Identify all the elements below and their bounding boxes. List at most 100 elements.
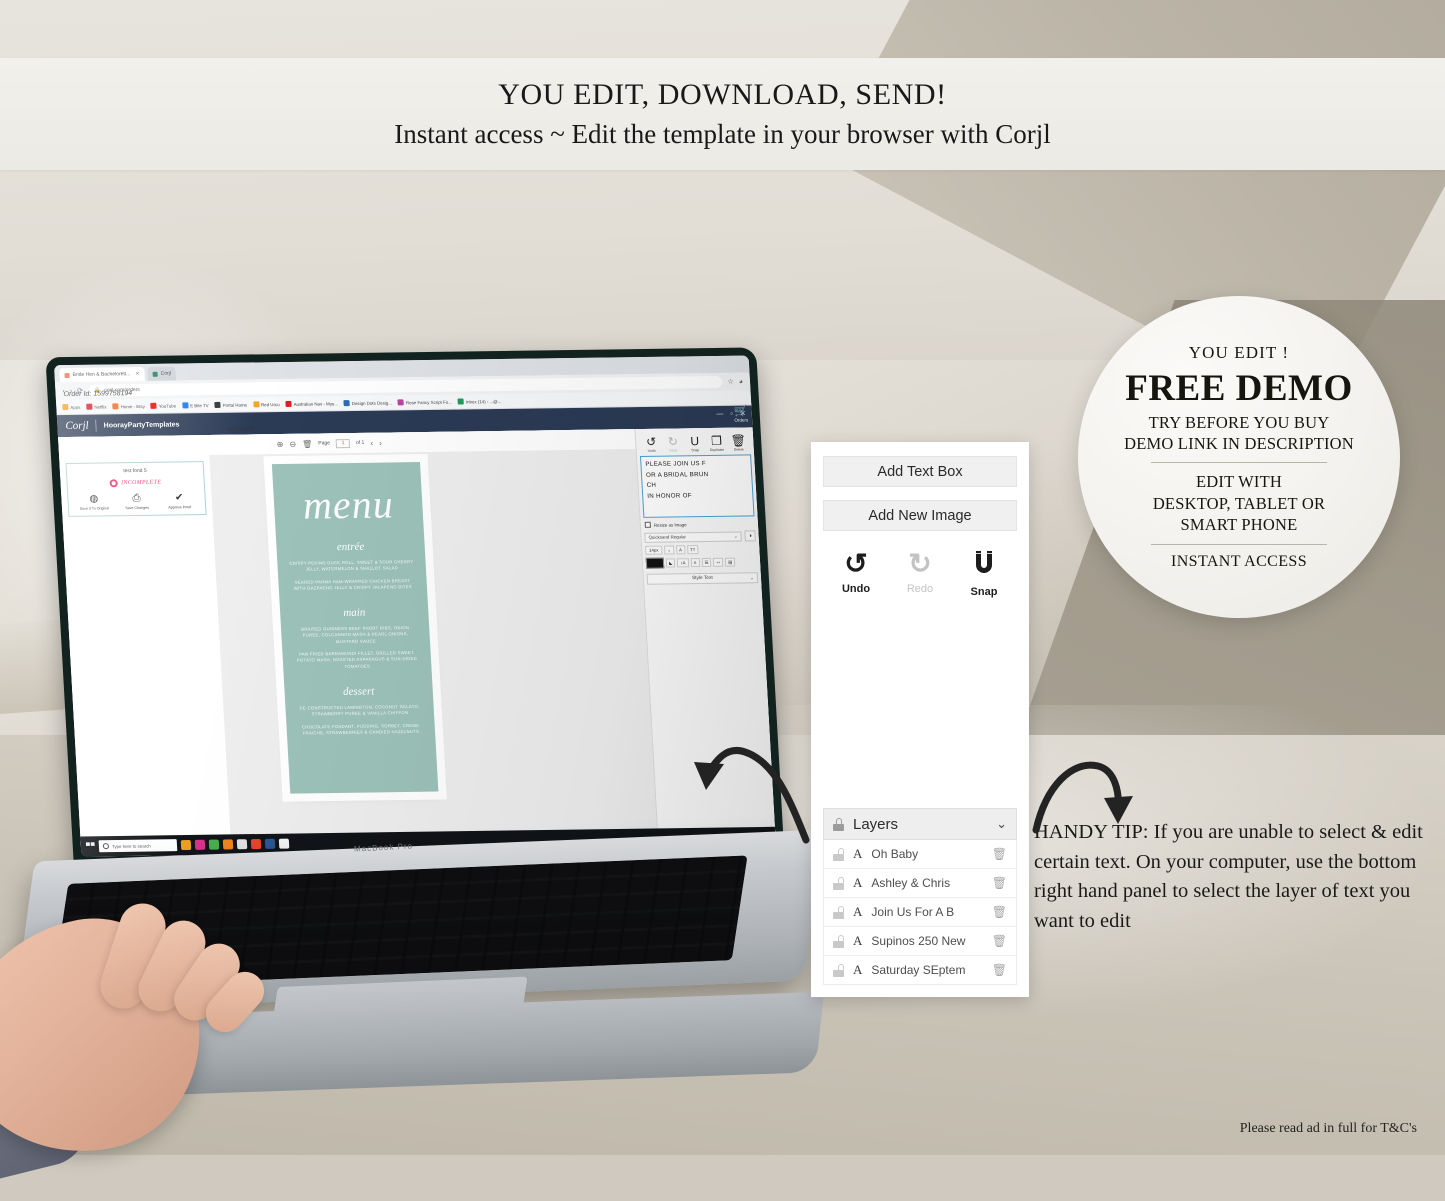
taskbar-app-icon[interactable] [208, 839, 220, 850]
zoom-in-icon[interactable]: ⊕ [276, 439, 283, 448]
lock-open-icon[interactable] [833, 876, 844, 890]
panel-layer-row[interactable]: A Saturday SEptem 🗑 [823, 956, 1017, 985]
browser-tab-active[interactable]: Bride Hen & Bachelorett... ✕ [59, 366, 146, 383]
resize-as-image-row[interactable]: Resize as Image [644, 520, 754, 528]
divider [95, 419, 98, 432]
bookmark-item[interactable]: Portal Home [214, 401, 247, 408]
lock-open-icon[interactable] [833, 905, 844, 919]
panel-layers-header[interactable]: Layers ⌄ [823, 808, 1017, 840]
taskbar-app-icon[interactable] [250, 838, 262, 850]
panel-layer-row[interactable]: A Join Us For A B 🗑 [823, 898, 1017, 927]
page-input[interactable]: 1 [335, 438, 351, 448]
panel-tool-row: ↺ Undo ↻ Redo Snap [823, 544, 1017, 599]
bookmark-item[interactable]: Inbox (14) - ...@... [457, 398, 502, 405]
badge-devices-line1: DESKTOP, TABLET OR [1152, 493, 1326, 513]
align-left-icon[interactable]: ≡ [690, 558, 700, 568]
bookmark-item[interactable]: Design Dots Desig... [343, 399, 392, 407]
design-thumbnail-card[interactable]: test fond 5 INCOMPLETE ◍ Save It To Orig… [65, 461, 207, 518]
taskbar-app-icon[interactable] [264, 838, 276, 849]
duplicate-button[interactable]: ❐ Duplicate [706, 434, 727, 452]
checkbox-icon[interactable] [644, 521, 652, 528]
add-text-box-button[interactable]: Add Text Box [823, 456, 1017, 487]
text-color-swatch[interactable] [645, 557, 665, 569]
panel-snap-button[interactable]: Snap [963, 550, 1005, 598]
lock-open-icon[interactable] [833, 934, 844, 948]
status-badge: INCOMPLETE [71, 478, 200, 488]
bookmark-item[interactable]: Rose Fancy Script Fo... [397, 399, 452, 406]
corjl-logo: Corjl [65, 419, 89, 433]
chevron-left-icon[interactable]: ‹ [370, 438, 373, 447]
snap-button[interactable]: U Snap [684, 434, 705, 452]
taskbar-app-icon[interactable] [236, 839, 248, 850]
letter-spacing-icon[interactable]: ⇿ [713, 557, 724, 567]
save-to-original-button[interactable]: ◍ Save It To Original [79, 494, 110, 511]
bookmark-item[interactable]: E Bite TV [181, 402, 209, 409]
style-text-dropdown[interactable]: Style Text ⌄ [646, 572, 759, 585]
free-demo-badge: YOU EDIT ! FREE DEMO TRY BEFORE YOU BUY … [1078, 296, 1400, 618]
browser-tab-corjl[interactable]: Corjl [147, 366, 177, 381]
panel-undo-button[interactable]: ↺ Undo [835, 550, 877, 598]
panel-layer-row[interactable]: A Oh Baby 🗑 [823, 840, 1017, 869]
panel-redo-button[interactable]: ↻ Redo [899, 550, 941, 598]
eyedropper-button[interactable]: ◑ [744, 530, 756, 542]
bookmark-item[interactable]: YouTube [150, 402, 177, 409]
text-case-icon[interactable]: TT [686, 545, 699, 555]
bookmark-item[interactable]: Apps [62, 404, 81, 411]
delete-button[interactable]: 🗑 Delete [728, 434, 749, 452]
bookmark-item[interactable]: Home - Etsy [112, 403, 145, 410]
save-changes-button[interactable]: ⎙ Save Changes [121, 493, 152, 511]
trash-icon[interactable]: 🗑 [992, 963, 1007, 977]
trash-icon[interactable]: 🗑 [302, 439, 313, 448]
bookmark-item[interactable]: Australian Nav - Mys... [285, 400, 338, 407]
menu-design-card[interactable]: menu entrée CRISPY PEKING DUCK ROLL, SWE… [271, 462, 439, 794]
taskbar-app-icon[interactable] [278, 838, 290, 849]
design-section-heading: entrée [336, 540, 365, 554]
search-icon [102, 843, 110, 850]
approve-proof-button[interactable]: ✔ Approve Proof [164, 492, 195, 510]
text-edit-textarea[interactable]: PLEASE JOIN US F OR A BRIDAL BRUN CH IN … [639, 454, 755, 518]
orders-cart-button[interactable]: 🛒 Orders [734, 406, 749, 423]
windows-search-input[interactable]: Type here to search [98, 839, 178, 853]
bookmark-item[interactable]: Netflix [86, 403, 107, 410]
profile-avatar-icon[interactable]: ◕ [739, 378, 744, 385]
align-right-icon[interactable]: ▤ [724, 557, 736, 567]
magnet-icon: U [690, 434, 700, 449]
line-height-icon[interactable]: ↕A [677, 558, 689, 568]
font-size-stepper[interactable]: ⌄ [664, 545, 675, 555]
badge-eyebrow: YOU EDIT ! [1188, 343, 1290, 363]
trash-icon[interactable]: 🗑 [992, 934, 1007, 948]
close-icon[interactable]: ✕ [135, 371, 140, 377]
panel-tool-label: Undo [841, 583, 871, 595]
align-center-icon[interactable]: ☰ [701, 557, 712, 568]
trash-icon[interactable]: 🗑 [992, 876, 1007, 890]
zoom-out-icon[interactable]: ⊖ [289, 439, 296, 448]
bold-icon[interactable]: A [675, 545, 686, 555]
panel-layer-row[interactable]: A Supinos 250 New 🗑 [823, 927, 1017, 956]
undo-button[interactable]: ↺ Undo [641, 435, 662, 453]
font-family-select[interactable]: Quicksand Regular ⌄ [644, 530, 742, 543]
add-new-image-button[interactable]: Add New Image [823, 500, 1017, 531]
font-size-input[interactable]: 14px [645, 545, 663, 555]
taskbar-app-icon[interactable] [222, 839, 234, 850]
taskbar-app-icon[interactable] [194, 839, 206, 850]
design-dish: CHOCOLATE FONDANT, PUDDING, SORBET, CREM… [301, 722, 420, 736]
minimize-icon[interactable]: — [716, 410, 723, 417]
trash-icon[interactable]: 🗑 [992, 905, 1007, 919]
lock-open-icon[interactable] [833, 847, 844, 861]
panel-layer-row[interactable]: A Ashley & Chris 🗑 [823, 869, 1017, 898]
chevron-down-icon[interactable]: ⌄ [996, 816, 1007, 832]
lock-open-icon[interactable] [833, 963, 844, 977]
trash-icon[interactable]: 🗑 [992, 847, 1007, 861]
chevron-right-icon[interactable]: › [379, 438, 382, 447]
maximize-icon[interactable]: ▫ [730, 410, 733, 417]
bookmark-item[interactable]: Red Urcu [252, 401, 280, 408]
redo-button[interactable]: ↻ Redo [663, 434, 684, 452]
panel-layers-title: Layers [853, 815, 899, 833]
italic-icon[interactable]: ◣ [665, 558, 676, 568]
windows-start-icon[interactable] [86, 842, 96, 851]
canvas-file-name: test fond 5 [227, 426, 254, 433]
panel-layer-name: Join Us For A B [871, 905, 955, 919]
taskbar-app-icon[interactable] [180, 839, 192, 851]
badge-divider-1 [1151, 462, 1327, 464]
star-icon[interactable]: ☆ [727, 378, 734, 386]
